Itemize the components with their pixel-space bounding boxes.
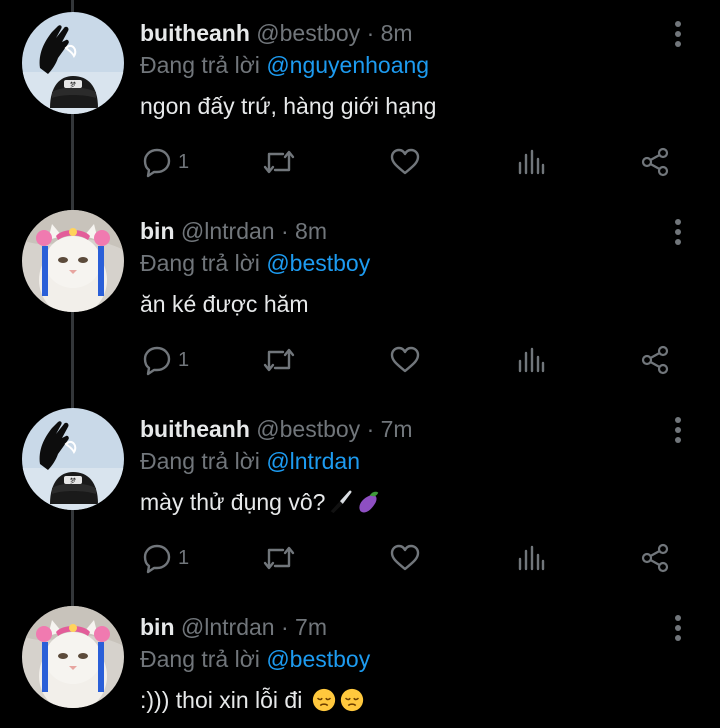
tweet[interactable]: buitheanh @bestboy · 7m Đang trả lời @ln… <box>0 396 720 594</box>
separator-dot: · <box>280 218 289 244</box>
share-button[interactable] <box>638 340 672 380</box>
action-bar: 1 <box>140 538 680 578</box>
replying-to: Đang trả lời @bestboy <box>140 248 370 278</box>
replying-to-label: Đang trả lời <box>140 448 260 474</box>
mention-link[interactable]: @bestboy <box>266 646 370 672</box>
reply-bubble-icon <box>140 343 174 377</box>
reply-count: 1 <box>178 348 190 371</box>
bar-chart-icon <box>516 343 546 377</box>
timestamp[interactable]: 7m <box>381 416 413 442</box>
share-button[interactable] <box>638 142 672 182</box>
separator-dot: · <box>366 20 375 46</box>
like-button[interactable] <box>388 538 422 578</box>
retweet-icon <box>260 343 298 377</box>
like-button[interactable] <box>388 340 422 380</box>
avatar[interactable] <box>22 408 124 510</box>
share-button[interactable] <box>638 538 672 578</box>
share-icon <box>638 343 672 377</box>
tweet-header: buitheanh @bestboy · 8m <box>140 18 413 48</box>
reply-bubble-icon <box>140 541 174 575</box>
separator-dot: · <box>280 614 289 640</box>
retweet-icon <box>260 145 298 179</box>
reply-thread: buitheanh @bestboy · 8m Đang trả lời @ng… <box>0 0 720 728</box>
like-button[interactable] <box>388 142 422 182</box>
user-handle[interactable]: @bestboy <box>256 20 360 46</box>
share-icon <box>638 145 672 179</box>
pensive-face-emoji-icon <box>311 687 337 721</box>
user-handle[interactable]: @bestboy <box>256 416 360 442</box>
more-vertical-icon[interactable] <box>664 611 692 645</box>
replying-to-label: Đang trả lời <box>140 52 260 78</box>
timestamp[interactable]: 8m <box>381 20 413 46</box>
pensive-face-emoji-icon <box>339 687 365 721</box>
tweet-header: bin @lntrdan · 8m <box>140 216 327 246</box>
tweet-body: :))) thoi xin lỗi đi <box>140 684 365 721</box>
timestamp[interactable]: 7m <box>295 614 327 640</box>
reply-button[interactable]: 1 <box>140 142 189 182</box>
display-name[interactable]: bin <box>140 218 175 244</box>
heart-icon <box>388 145 422 179</box>
heart-icon <box>388 541 422 575</box>
tweet-text: mày thử đụng vô? <box>140 489 326 515</box>
more-vertical-icon[interactable] <box>664 17 692 51</box>
avatar[interactable] <box>22 12 124 114</box>
replying-to-label: Đang trả lời <box>140 250 260 276</box>
share-icon <box>638 541 672 575</box>
mention-link[interactable]: @lntrdan <box>266 448 360 474</box>
reply-count: 1 <box>178 150 190 173</box>
retweet-button[interactable] <box>260 142 298 182</box>
tweet-text: ngon đấy trứ, hàng giới hạng <box>140 93 437 119</box>
reply-button[interactable]: 1 <box>140 538 189 578</box>
tweet[interactable]: bin @lntrdan · 8m Đang trả lời @bestboy … <box>0 198 720 396</box>
action-bar: 1 <box>140 340 680 380</box>
avatar[interactable] <box>22 606 124 708</box>
views-button[interactable] <box>516 538 546 578</box>
mention-link[interactable]: @nguyenhoang <box>266 52 429 78</box>
tweet-header: buitheanh @bestboy · 7m <box>140 414 413 444</box>
replying-to: Đang trả lời @nguyenhoang <box>140 50 429 80</box>
tweet[interactable]: buitheanh @bestboy · 8m Đang trả lời @ng… <box>0 0 720 198</box>
action-bar: 1 <box>140 142 680 182</box>
reply-count: 1 <box>178 546 190 569</box>
tweet-text: ăn ké được hăm <box>140 291 309 317</box>
replying-to-label: Đang trả lời <box>140 646 260 672</box>
bar-chart-icon <box>516 145 546 179</box>
display-name[interactable]: bin <box>140 614 175 640</box>
eggplant-emoji-icon <box>355 489 381 523</box>
mention-link[interactable]: @bestboy <box>266 250 370 276</box>
replying-to: Đang trả lời @bestboy <box>140 644 370 674</box>
more-vertical-icon[interactable] <box>664 413 692 447</box>
retweet-button[interactable] <box>260 340 298 380</box>
avatar[interactable] <box>22 210 124 312</box>
tweet-text: :))) thoi xin lỗi đi <box>140 687 303 713</box>
tweet[interactable]: bin @lntrdan · 7m Đang trả lời @bestboy … <box>0 594 720 728</box>
separator-dot: · <box>366 416 375 442</box>
retweet-icon <box>260 541 298 575</box>
replying-to: Đang trả lời @lntrdan <box>140 446 360 476</box>
reply-bubble-icon <box>140 145 174 179</box>
user-handle[interactable]: @lntrdan <box>181 614 275 640</box>
views-button[interactable] <box>516 142 546 182</box>
views-button[interactable] <box>516 340 546 380</box>
heart-icon <box>388 343 422 377</box>
reply-button[interactable]: 1 <box>140 340 189 380</box>
more-vertical-icon[interactable] <box>664 215 692 249</box>
display-name[interactable]: buitheanh <box>140 20 250 46</box>
retweet-button[interactable] <box>260 538 298 578</box>
knife-emoji-icon <box>327 489 353 523</box>
tweet-body: mày thử đụng vô? <box>140 486 381 523</box>
timestamp[interactable]: 8m <box>295 218 327 244</box>
display-name[interactable]: buitheanh <box>140 416 250 442</box>
tweet-header: bin @lntrdan · 7m <box>140 612 327 642</box>
user-handle[interactable]: @lntrdan <box>181 218 275 244</box>
bar-chart-icon <box>516 541 546 575</box>
